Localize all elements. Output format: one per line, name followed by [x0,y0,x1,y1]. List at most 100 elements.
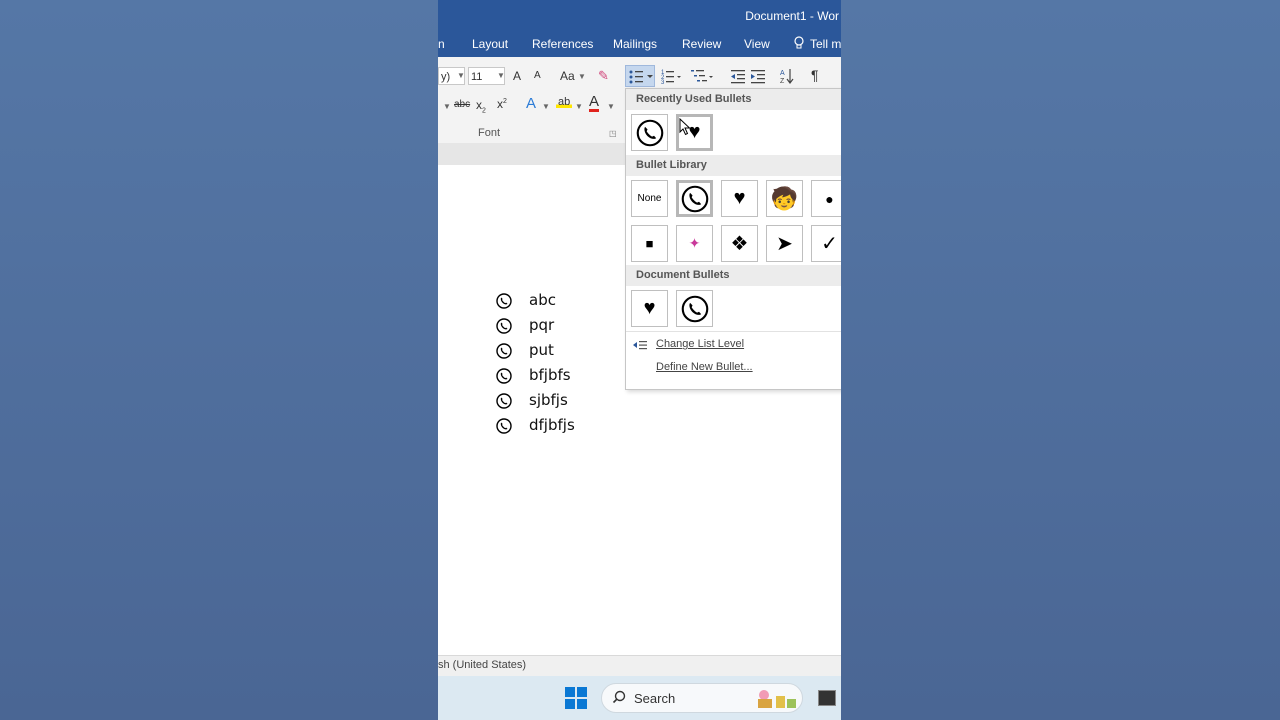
taskbar-search[interactable]: Search [601,683,803,713]
highlight-button[interactable]: ab [556,96,573,108]
shrink-font-button[interactable]: A [534,70,541,81]
tab-mailings[interactable]: Mailings [613,37,657,51]
window-title: Document1 - Wor [745,9,839,23]
phone-icon [636,119,663,146]
list-item-text: pqr [529,316,555,334]
bullet-option-phone[interactable] [631,114,668,151]
bold-dropdown-chevron-icon[interactable]: ▼ [443,102,451,111]
numbering-icon[interactable]: 123 [660,67,682,88]
font-size-chevron-icon[interactable]: ▼ [497,71,505,80]
change-case-button[interactable]: Aa [560,69,575,83]
tell-me-search[interactable]: Tell m [810,37,841,51]
status-bar: sh (United States) [438,655,841,677]
heart-icon: ♥ [643,297,656,319]
child-picture-icon: 🧒 [770,185,799,211]
phone-bullet-icon [496,393,512,409]
document-bullets-header: Document Bullets [626,265,841,286]
phone-bullet-icon [496,293,512,309]
phone-icon [681,185,708,212]
bullets-dropdown: Recently Used Bullets ♥ Bullet Library N… [625,88,841,390]
windows-start-icon[interactable] [565,687,587,709]
bullet-option-phone[interactable] [676,290,713,327]
change-case-chevron-icon[interactable]: ▼ [578,72,586,81]
recently-used-header: Recently Used Bullets [626,89,841,110]
phone-icon [681,295,708,322]
list-item-text: abc [529,291,556,309]
background-left [0,0,438,720]
bullet-option-square[interactable]: ■ [631,225,668,262]
text-effects-button[interactable]: A [526,95,536,112]
taskbar: Search [438,676,841,720]
svg-text:3: 3 [661,80,665,85]
ribbon-tabs: n Layout References Mailings Review View… [438,32,841,57]
bullet-option-picture[interactable]: 🧒 [766,180,803,217]
tab-review[interactable]: Review [682,37,721,51]
bullet-option-diamonds[interactable]: ❖ [721,225,758,262]
tab-references[interactable]: References [532,37,593,51]
font-dialog-launcher-icon[interactable]: ◳ [609,129,617,138]
increase-indent-icon[interactable] [749,67,767,88]
dot-icon: ● [825,190,834,207]
superscript-button[interactable]: x2 [497,97,507,111]
show-formatting-button[interactable]: ¶ [811,67,819,83]
background-right [841,0,1280,720]
bullet-option-arrow[interactable]: ➤ [766,225,803,262]
change-list-level-icon [632,339,648,354]
bullets-button[interactable] [625,65,655,87]
bullet-option-phone[interactable] [676,180,713,217]
bullets-list-icon [629,70,653,84]
star-icon: ✦ [688,235,701,251]
change-list-level-item[interactable]: Change List Level [656,338,744,350]
list-item-text: dfjbfjs [529,416,575,434]
check-icon: ✓ [821,233,838,255]
decrease-indent-icon[interactable] [729,67,747,88]
svg-text:Z: Z [780,78,785,85]
list-item-text: bfjbfs [529,366,571,384]
font-group-label: Font [478,127,501,139]
phone-bullet-icon [496,418,512,434]
word-window: Document1 - Wor n Layout References Mail… [438,0,841,720]
grow-font-button[interactable]: A [513,69,521,83]
lightbulb-icon [794,36,804,53]
tab-design[interactable]: n [438,37,445,51]
bullet-option-heart[interactable]: ♥ [631,290,668,327]
tab-layout[interactable]: Layout [472,37,508,51]
font-name-chevron-icon[interactable]: ▼ [457,71,465,80]
search-highlight-icon [754,687,798,714]
clear-formatting-icon[interactable]: ✎ [598,68,609,84]
search-icon [612,690,626,707]
font-name-value: y) [441,71,451,83]
bullet-option-heart[interactable]: ♥ [721,180,758,217]
menu-separator [626,331,841,332]
search-label: Search [634,691,676,706]
bullet-option-none[interactable]: None [631,180,668,217]
list-item-text: put [529,341,554,359]
multilevel-list-icon[interactable] [690,67,714,88]
diamonds-icon: ❖ [730,233,749,255]
subscript-button[interactable]: x2 [476,98,486,114]
phone-bullet-icon [496,343,512,359]
bullet-option-check[interactable]: ✓ [811,225,841,262]
strikethrough-button[interactable]: abc [454,99,470,110]
sort-icon[interactable]: AZ [779,67,795,88]
highlight-chevron-icon[interactable]: ▼ [575,102,583,111]
svg-text:A: A [780,70,785,77]
phone-bullet-icon [496,318,512,334]
none-label: None [637,193,662,204]
define-new-bullet-item[interactable]: Define New Bullet... [656,361,753,373]
bullet-library-header: Bullet Library [626,155,841,176]
list-item-text: sjbfjs [529,391,568,409]
taskbar-app-icon[interactable] [818,690,836,706]
font-color-button[interactable]: A [589,94,600,112]
bullet-option-dot[interactable]: ● [811,180,841,217]
title-bar: Document1 - Wor [438,0,841,32]
tab-view[interactable]: View [744,37,770,51]
text-effects-chevron-icon[interactable]: ▼ [542,102,550,111]
language-status[interactable]: sh (United States) [438,659,526,671]
arrow-icon: ➤ [776,233,793,255]
bullet-option-star[interactable]: ✦ [676,225,713,262]
font-color-chevron-icon[interactable]: ▼ [607,102,615,111]
font-size-value: 11 [471,71,483,83]
mouse-cursor-icon [679,117,691,139]
phone-bullet-icon [496,368,512,384]
